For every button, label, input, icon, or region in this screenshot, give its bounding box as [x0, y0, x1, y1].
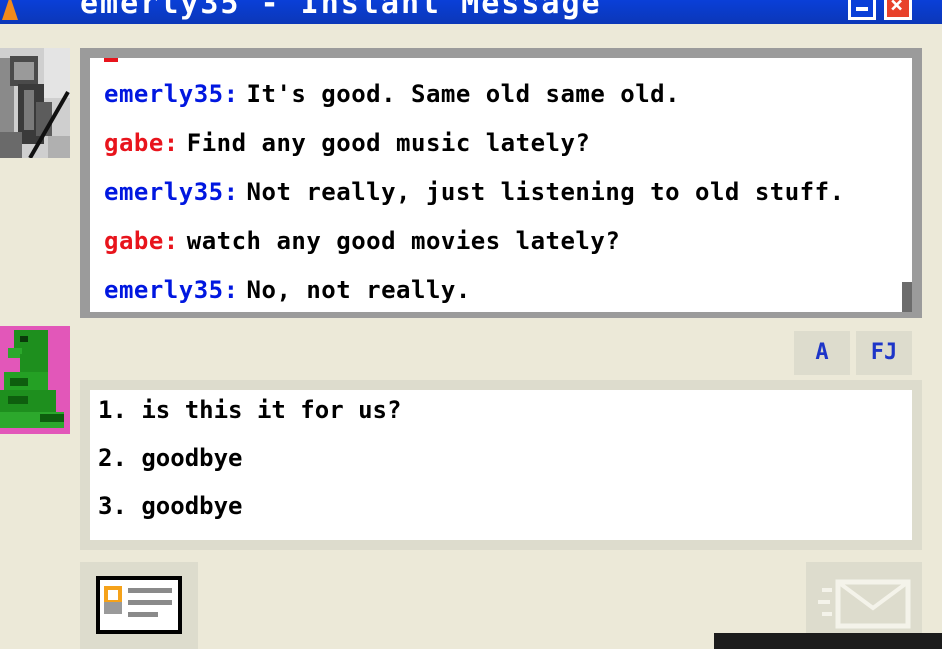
profile-card-icon [96, 576, 182, 634]
message-text: No, not really. [246, 276, 471, 304]
message-sender: gabe: [104, 129, 179, 157]
chat-log-frame: emerly35: It's good. Same old same old. g… [80, 48, 922, 318]
chat-scrollbar-thumb[interactable] [902, 282, 912, 312]
message-text: Find any good music lately? [186, 129, 591, 157]
buddy-avatar-image [0, 48, 70, 158]
message-sender: gabe: [104, 227, 179, 255]
buddy-avatar [0, 48, 70, 158]
emoticon-button[interactable]: FJ [856, 331, 912, 375]
chat-message: gabe: Find any good music lately? [104, 129, 590, 157]
reply-option[interactable]: 2. goodbye [98, 444, 243, 472]
chat-log[interactable]: emerly35: It's good. Same old same old. g… [90, 58, 912, 312]
reply-options[interactable]: 1. is this it for us? 2. goodbye 3. good… [90, 390, 912, 540]
message-sender: emerly35: [104, 276, 239, 304]
chat-message: emerly35: Not really, just listening to o… [104, 178, 845, 206]
clipped-text [104, 58, 118, 62]
profile-button[interactable] [80, 562, 198, 649]
chat-message: emerly35: No, not really. [104, 276, 471, 304]
message-text: Not really, just listening to old stuff. [246, 178, 845, 206]
self-avatar-image [0, 326, 70, 434]
status-bar [714, 633, 942, 649]
minimize-icon[interactable] [848, 0, 876, 20]
close-icon[interactable] [884, 0, 912, 20]
title-bar[interactable]: emerly35 - Instant Message [0, 0, 942, 24]
message-text: It's good. Same old same old. [246, 80, 681, 108]
profile-card-graphic [104, 586, 172, 617]
message-input-frame: 1. is this it for us? 2. goodbye 3. good… [80, 380, 922, 550]
reply-option[interactable]: 3. goodbye [98, 492, 243, 520]
self-avatar [0, 326, 70, 434]
app-icon [2, 0, 18, 20]
window-title: emerly35 - Instant Message [80, 0, 602, 21]
reply-option[interactable]: 1. is this it for us? [98, 396, 401, 424]
chat-message: gabe: watch any good movies lately? [104, 227, 620, 255]
message-text: watch any good movies lately? [186, 227, 621, 255]
message-sender: emerly35: [104, 178, 239, 206]
message-sender: emerly35: [104, 80, 239, 108]
im-window: emerly35 - Instant Message emerly35:It's… [0, 0, 942, 649]
font-button[interactable]: A [794, 331, 850, 375]
chat-message: emerly35: It's good. Same old same old. [104, 80, 680, 108]
